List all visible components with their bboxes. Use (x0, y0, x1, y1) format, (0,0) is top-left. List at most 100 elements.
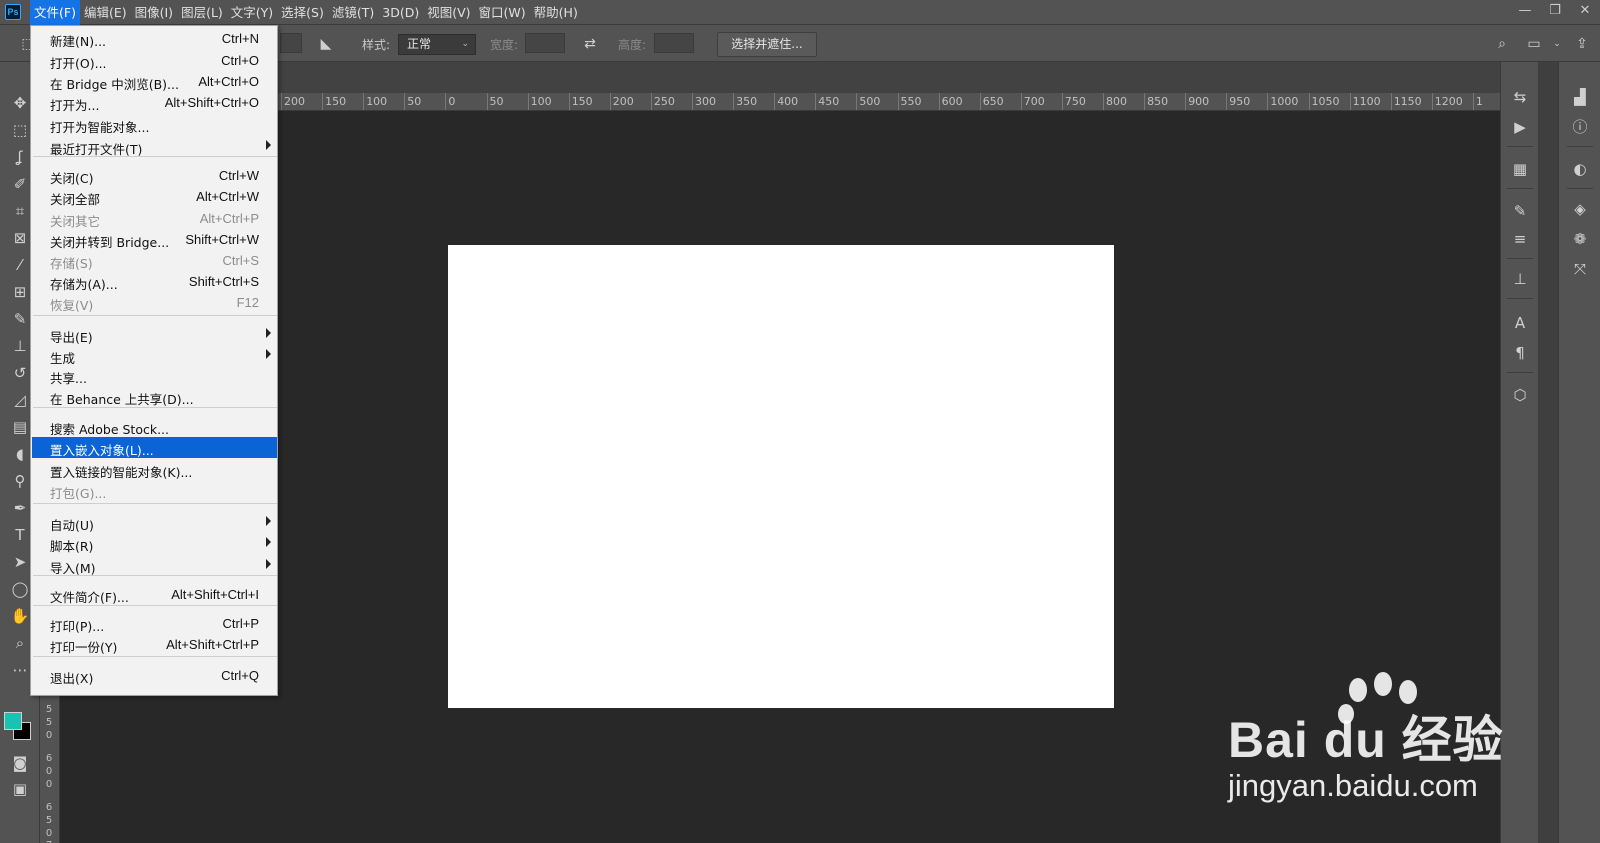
frame-icon[interactable]: ⊠ (8, 227, 32, 249)
file-menu-item[interactable]: 新建(N)... Ctrl+N (32, 28, 277, 49)
file-menu-item[interactable]: 关闭(C) Ctrl+W (32, 165, 277, 186)
file-menu-item[interactable]: 置入嵌入对象(L)... (32, 437, 277, 458)
patch-icon[interactable]: ⊞ (8, 281, 32, 303)
ruler-tick-label: 500 (859, 95, 881, 108)
menu-item[interactable]: 文字(Y) (227, 0, 277, 25)
menu-item[interactable]: 3D(D) (378, 0, 423, 25)
file-menu-item[interactable]: 关闭并转到 Bridge... Shift+Ctrl+W (32, 229, 277, 250)
crop-icon[interactable]: ⌗ (8, 200, 32, 222)
menu-bar: Ps 文件(F) 编辑(E) 图像(I) 图层(L) 文字(Y) 选择(S) 滤镜(T) 3D… (0, 0, 1600, 25)
libraries-icon[interactable]: ▦ (1507, 158, 1533, 180)
file-menu-item[interactable]: 文件简介(F)... Alt+Shift+Ctrl+I (32, 584, 277, 605)
info-icon[interactable]: ⓘ (1567, 116, 1593, 138)
file-menu-item[interactable]: 退出(X) Ctrl+Q (32, 665, 277, 686)
menu-item-label: 关闭其它 (50, 214, 101, 229)
character-icon[interactable]: A (1507, 312, 1533, 334)
style-select[interactable]: 正常 ⌄ (398, 34, 476, 55)
workspace-icon[interactable]: ▭ (1524, 34, 1544, 54)
gradient-icon[interactable]: ▤ (8, 416, 32, 438)
file-menu-item[interactable]: 搜索 Adobe Stock... (32, 416, 277, 437)
screen-mode-icon[interactable]: ▣ (8, 778, 32, 800)
menu-item[interactable]: 帮助(H) (530, 0, 582, 25)
file-menu-item[interactable]: 最近打开文件(T) (32, 136, 277, 157)
lasso-icon[interactable]: ʆ (8, 146, 32, 168)
submenu-arrow-icon (266, 328, 271, 338)
histogram-icon[interactable]: ▟ (1567, 86, 1593, 108)
file-menu-item[interactable]: 共享... (32, 365, 277, 386)
menu-item[interactable]: 视图(V) (423, 0, 474, 25)
eraser-icon[interactable]: ◿ (8, 389, 32, 411)
hand-icon[interactable]: ✋ (8, 605, 32, 627)
menu-item[interactable]: 图层(L) (177, 0, 227, 25)
history-icon[interactable]: ⇆ (1507, 86, 1533, 108)
move-icon[interactable]: ✥ (8, 92, 32, 114)
blur-icon[interactable]: ◖ (8, 443, 32, 465)
menu-item[interactable]: 编辑(E) (80, 0, 131, 25)
file-menu-item[interactable]: 生成 (32, 345, 277, 366)
share-icon[interactable]: ⇪ (1572, 34, 1592, 54)
more-icon[interactable]: ⋯ (8, 659, 32, 681)
swap-icon[interactable]: ⇄ (580, 34, 600, 54)
adjustments-icon[interactable]: ◐ (1567, 158, 1593, 180)
search-icon[interactable]: ⌕ (1492, 34, 1512, 54)
dodge-icon[interactable]: ⚲ (8, 470, 32, 492)
file-menu-item[interactable]: 打开为智能对象... (32, 114, 277, 135)
type-icon[interactable]: T (8, 524, 32, 546)
file-menu-item[interactable]: 存储为(A)... Shift+Ctrl+S (32, 271, 277, 292)
brush-icon[interactable]: ✎ (8, 308, 32, 330)
feather-field[interactable] (280, 33, 302, 53)
file-menu-item[interactable]: 在 Behance 上共享(D)... (32, 386, 277, 407)
path-select-icon[interactable]: ➤ (8, 551, 32, 573)
file-menu-item[interactable]: 打开(O)... Ctrl+O (32, 50, 277, 71)
select-and-mask-button[interactable]: 选择并遮住... (717, 32, 817, 57)
height-input[interactable] (654, 33, 694, 53)
paragraph-icon[interactable]: ¶ (1507, 342, 1533, 364)
restore-button[interactable]: ❐ (1540, 0, 1570, 22)
width-input[interactable] (525, 33, 565, 53)
layers-icon[interactable]: ◈ (1567, 198, 1593, 220)
chevron-down-icon[interactable]: ⌄ (1552, 34, 1562, 54)
menu-item[interactable]: 滤镜(T) (328, 0, 378, 25)
file-menu-item[interactable]: 导出(E) (32, 324, 277, 345)
ruler-tick-label: 100 (530, 95, 552, 108)
file-menu-item[interactable]: 脚本(R) (32, 533, 277, 554)
file-menu-item[interactable]: 自动(U) (32, 512, 277, 533)
document-canvas[interactable] (448, 245, 1114, 708)
history-brush-icon[interactable]: ↺ (8, 362, 32, 384)
file-menu-item: 关闭其它 Alt+Ctrl+P (32, 208, 277, 229)
paths-icon[interactable]: ⤧ (1567, 258, 1593, 280)
foreground-color-swatch[interactable] (4, 712, 22, 730)
menu-item-shortcut: F12 (236, 295, 259, 310)
eyedropper-icon[interactable]: ⁄ (8, 254, 32, 276)
ruler-tick-label: 400 (777, 95, 799, 108)
quick-select-icon[interactable]: ✐ (8, 173, 32, 195)
menu-item[interactable]: 窗口(W) (475, 0, 530, 25)
brushes-icon[interactable]: ✎ (1507, 200, 1533, 222)
file-menu-item[interactable]: 导入(M) (32, 555, 277, 576)
clone-source-icon[interactable]: ⊥ (1507, 268, 1533, 290)
ruler-tick-label: 6 (45, 753, 53, 764)
file-menu-item[interactable]: 打印一份(Y) Alt+Shift+Ctrl+P (32, 634, 277, 655)
menu-item[interactable]: 选择(S) (277, 0, 328, 25)
channels-icon[interactable]: ❁ (1567, 228, 1593, 250)
file-menu-item[interactable]: 打印(P)... Ctrl+P (32, 613, 277, 634)
pen-icon[interactable]: ✒ (8, 497, 32, 519)
zoom-icon[interactable]: ⌕ (8, 632, 32, 654)
actions-play-icon[interactable]: ▶ (1507, 116, 1533, 138)
ellipse-icon[interactable]: ◯ (8, 578, 32, 600)
file-menu-item[interactable]: 在 Bridge 中浏览(B)... Alt+Ctrl+O (32, 71, 277, 92)
menu-item[interactable]: 文件(F) (30, 0, 80, 25)
file-menu-item[interactable]: 关闭全部 Alt+Ctrl+W (32, 186, 277, 207)
3d-icon[interactable]: ⬡ (1507, 384, 1533, 406)
anti-alias-icon[interactable]: ◣ (316, 34, 336, 54)
quick-mask-icon[interactable]: ◙ (8, 752, 32, 774)
brush-settings-icon[interactable]: ≡ (1507, 228, 1533, 250)
marquee-icon[interactable]: ⬚ (8, 119, 32, 141)
close-button[interactable]: ✕ (1570, 0, 1600, 22)
file-menu-item[interactable]: 置入链接的智能对象(K)... (32, 459, 277, 480)
menu-item-label: 恢复(V) (50, 298, 94, 313)
menu-item[interactable]: 图像(I) (131, 0, 177, 25)
minimize-button[interactable]: — (1510, 0, 1540, 22)
file-menu-item[interactable]: 打开为... Alt+Shift+Ctrl+O (32, 92, 277, 113)
stamp-icon[interactable]: ⊥ (8, 335, 32, 357)
